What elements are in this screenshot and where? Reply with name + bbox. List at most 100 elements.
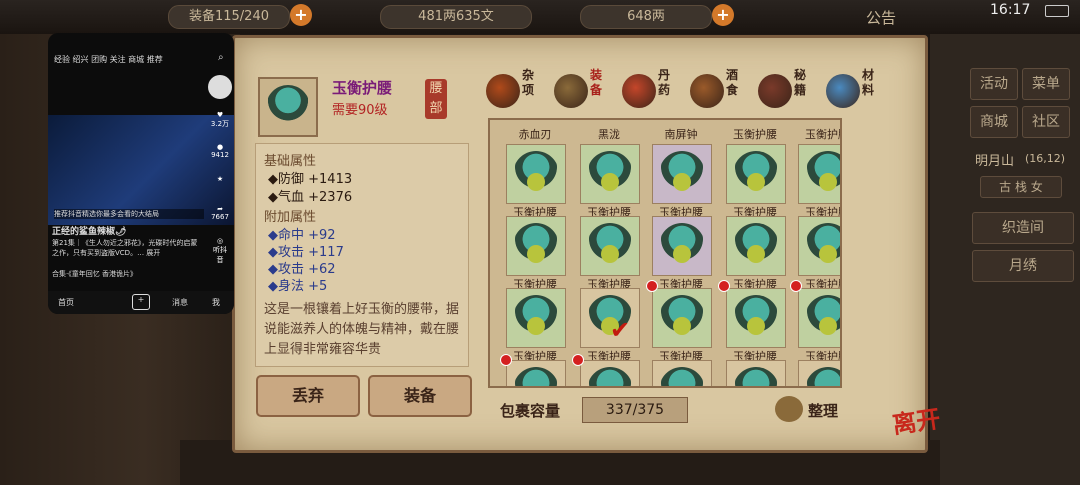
clock: 16:17 xyxy=(990,2,1031,18)
inventory-slot[interactable] xyxy=(726,360,786,386)
post-button[interactable]: + xyxy=(132,294,150,310)
tab-1[interactable]: 装备 xyxy=(554,68,616,114)
video-caption: 推荐抖音精选你最多会看的大结局 xyxy=(54,209,204,219)
tab-label: 丹药 xyxy=(658,68,671,97)
phone-bottom-nav: 首页 + 消息 我 xyxy=(48,291,234,314)
new-item-dot xyxy=(572,354,584,366)
new-item-dot xyxy=(500,354,512,366)
leave-button[interactable]: 离开 xyxy=(890,399,942,440)
tab-icon xyxy=(486,74,520,108)
waist-belt-icon xyxy=(513,151,559,197)
cell-label: 玉衡护腰 xyxy=(733,128,777,141)
shop-button[interactable]: 商城 xyxy=(970,106,1018,138)
base-attr-row: ◆气血 +2376 xyxy=(268,190,353,205)
waist-belt-icon xyxy=(659,295,705,341)
extra-attr-title: 附加属性 xyxy=(264,210,317,225)
inventory-slot[interactable] xyxy=(506,144,566,204)
tab-label: 酒食 xyxy=(726,68,739,97)
waist-belt-icon xyxy=(733,151,779,197)
tab-icon xyxy=(622,74,656,108)
search-icon[interactable]: ⌕ xyxy=(218,52,224,63)
add-silver-icon[interactable]: + xyxy=(712,4,734,26)
inventory-slot[interactable] xyxy=(580,216,640,276)
me-tab[interactable]: 我 xyxy=(212,297,220,308)
waist-belt-icon xyxy=(805,223,840,269)
inventory-slot[interactable] xyxy=(506,288,566,348)
waist-belt-icon xyxy=(266,85,310,129)
inventory-slot[interactable] xyxy=(652,360,712,386)
home-tab[interactable]: 首页 xyxy=(58,297,74,308)
money-bag-icon xyxy=(775,396,803,422)
tab-label: 杂项 xyxy=(522,68,535,97)
inventory-slot[interactable] xyxy=(798,360,840,386)
tab-0[interactable]: 杂项 xyxy=(486,68,548,114)
video-author[interactable]: 正经的鲨鱼辣椒🌶 xyxy=(52,224,126,237)
avatar[interactable] xyxy=(208,75,232,99)
tab-3[interactable]: 酒食 xyxy=(690,68,752,114)
inventory-slot[interactable] xyxy=(652,144,712,204)
inventory-slot[interactable] xyxy=(652,288,712,348)
tab-2[interactable]: 丹药 xyxy=(622,68,684,114)
cell-label: 黑泷 xyxy=(598,128,620,141)
item-name: 玉衡护腰 xyxy=(332,79,393,97)
waist-belt-icon xyxy=(805,151,840,197)
sort-button[interactable]: 整理 xyxy=(808,400,838,421)
inventory-slot[interactable] xyxy=(580,144,640,204)
favorite-icon[interactable]: ★ xyxy=(210,175,230,183)
inventory-slot[interactable] xyxy=(798,288,840,348)
embroidery-button[interactable]: 月绣 xyxy=(972,250,1074,282)
tab-4[interactable]: 秘籍 xyxy=(758,68,820,114)
equip-button[interactable]: 装备 xyxy=(368,375,472,417)
base-attr-row: ◆防御 +1413 xyxy=(268,172,353,187)
discard-button[interactable]: 丢弃 xyxy=(256,375,360,417)
inventory-slot[interactable] xyxy=(506,216,566,276)
silver-display: 648两 xyxy=(580,5,712,29)
location-tag: 古 栈 女 xyxy=(980,176,1062,198)
tab-label: 材料 xyxy=(862,68,875,97)
inventory-slot[interactable] xyxy=(726,216,786,276)
notice-button[interactable]: 公告 xyxy=(866,7,896,28)
activity-button[interactable]: 活动 xyxy=(970,68,1018,100)
battery-icon xyxy=(1045,5,1069,17)
tab-icon xyxy=(690,74,724,108)
top-hud xyxy=(0,0,1080,34)
waist-belt-icon xyxy=(587,223,633,269)
inventory-slot[interactable] xyxy=(506,360,566,386)
inventory-slot[interactable] xyxy=(798,216,840,276)
inventory-slot[interactable] xyxy=(726,288,786,348)
listen-icon[interactable]: ◎ 听抖音 xyxy=(210,237,230,265)
waist-belt-icon xyxy=(513,223,559,269)
messages-tab[interactable]: 消息 xyxy=(172,297,188,308)
tab-icon xyxy=(758,74,792,108)
inventory-slot[interactable] xyxy=(726,144,786,204)
attribute-box: 基础属性 ◆防御 +1413 ◆气血 +2376 附加属性 ◆命中 +92 ◆攻… xyxy=(255,143,469,367)
waist-belt-icon xyxy=(805,295,840,341)
extra-attr-row: ◆身法 +5 xyxy=(268,279,328,294)
new-item-dot xyxy=(646,280,658,292)
tab-5[interactable]: 材料 xyxy=(826,68,888,114)
item-icon xyxy=(513,367,559,386)
inventory-grid: 赤血刃黑泷南屏钟玉衡护腰玉衡护腰玉衡护腰玉衡护腰玉衡护腰玉衡护腰玉衡护腰玉衡护腰… xyxy=(488,118,842,388)
like-icon[interactable]: ♥ 3.2万 xyxy=(210,111,230,129)
add-bag-icon[interactable]: + xyxy=(290,4,312,26)
cell-label: 南屏钟 xyxy=(664,128,698,141)
slot-tag: 腰部 xyxy=(425,79,447,119)
location-name: 明月山 xyxy=(975,154,1015,169)
item-description: 这是一根镶着上好玉衡的腰带，据说能滋养人的体魄与精神，戴在腰上显得非常雍容华贵 xyxy=(264,302,460,357)
waist-belt-icon xyxy=(733,295,779,341)
menu-button[interactable]: 菜单 xyxy=(1022,68,1070,100)
share-icon[interactable]: ➦ 7667 xyxy=(210,205,230,221)
inventory-slot[interactable] xyxy=(798,144,840,204)
comment-icon[interactable]: ● 9412 xyxy=(210,143,230,159)
collection-link[interactable]: 合集·《童年回忆 香港诡片》 xyxy=(52,269,137,279)
copper-display: 481两635文 xyxy=(380,5,532,29)
inventory-slot[interactable] xyxy=(580,360,640,386)
inventory-slot[interactable] xyxy=(652,216,712,276)
weave-button[interactable]: 织造间 xyxy=(972,212,1074,244)
item-icon xyxy=(659,367,705,386)
item-icon xyxy=(587,367,633,386)
waist-belt-icon xyxy=(733,223,779,269)
new-item-dot xyxy=(790,280,802,292)
community-button[interactable]: 社区 xyxy=(1022,106,1070,138)
phone-nav[interactable]: 经验 绍兴 团购 关注 商城 推荐 xyxy=(54,54,163,65)
